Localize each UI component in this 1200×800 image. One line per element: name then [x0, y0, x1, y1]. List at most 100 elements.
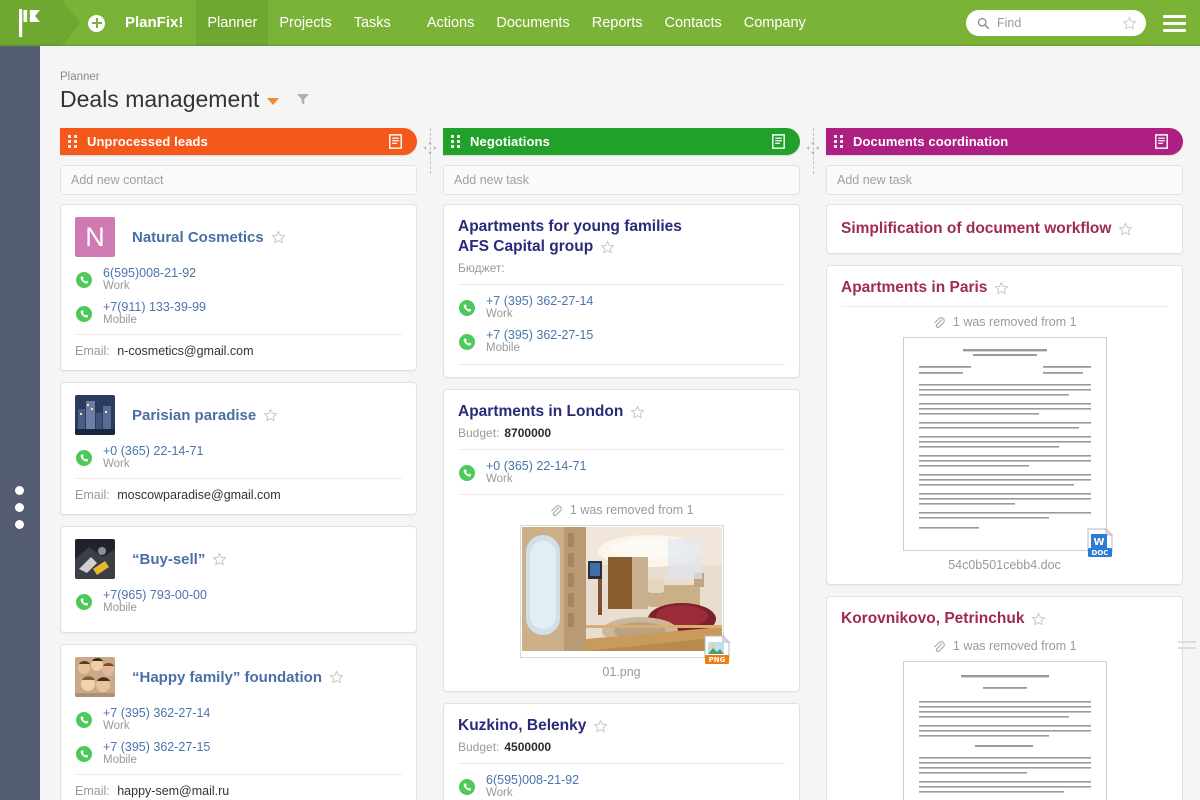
task-title-line1[interactable]: Korovnikovo, Petrinchuk — [841, 609, 1024, 629]
contact-name[interactable]: “Buy-sell” — [132, 551, 205, 568]
phone-row[interactable]: +7(965) 793-00-00 Mobile — [75, 588, 402, 615]
attachment-thumbnail[interactable] — [902, 661, 1107, 800]
task-title-line1[interactable]: Apartments in Paris — [841, 278, 987, 298]
task-card[interactable]: Apartments for young families AFS Capita… — [443, 204, 800, 378]
star-icon[interactable] — [212, 552, 227, 567]
breadcrumb[interactable]: Planner — [60, 71, 100, 83]
phone-number[interactable]: +0 (365) 22-14-71 — [103, 444, 203, 458]
phone-number[interactable]: +7(911) 133-39-99 — [103, 300, 206, 314]
column-header[interactable]: Documents coordination — [826, 128, 1183, 155]
chevron-down-icon[interactable] — [267, 98, 280, 105]
contact-card[interactable]: “Buy-sell” +7(965) 793-00-00 Mobile — [60, 526, 417, 633]
attachment-thumbnail-wrap[interactable]: PNG 01.png — [458, 525, 785, 679]
notepad-icon[interactable] — [386, 132, 405, 151]
nav-item-documents[interactable]: Documents — [485, 0, 580, 46]
phone-row[interactable]: +7(911) 133-39-99 Mobile — [75, 300, 402, 327]
phone-row[interactable]: +7 (395) 362-27-14 Work — [458, 294, 785, 321]
star-icon[interactable] — [630, 405, 645, 420]
attachment-thumbnail[interactable]: W DOC — [902, 337, 1113, 557]
attachment-thumbnail-wrap[interactable]: W DOC 54c0b501cebb4.doc — [841, 337, 1168, 572]
column-resizer-2[interactable] — [800, 128, 826, 800]
phone-number[interactable]: +7 (395) 362-27-15 — [486, 328, 593, 342]
phone-row[interactable]: +7 (395) 362-27-15 Mobile — [458, 328, 785, 355]
phone-number[interactable]: +7(965) 793-00-00 — [103, 588, 207, 602]
phone-row[interactable]: +0 (365) 22-14-71 Work — [75, 444, 402, 471]
funnel-filter-icon[interactable] — [296, 92, 310, 106]
phone-number[interactable]: +0 (365) 22-14-71 — [486, 459, 586, 473]
phone-number[interactable]: +7 (395) 362-27-14 — [486, 294, 593, 308]
star-icon[interactable] — [593, 719, 608, 734]
task-title-line1[interactable]: Kuzkino, Belenky — [458, 716, 586, 736]
star-icon[interactable] — [263, 408, 278, 423]
favorite-star-icon[interactable] — [1122, 16, 1137, 31]
nav-item-company[interactable]: Company — [733, 0, 817, 46]
task-title-line1[interactable]: Simplification of document workflow — [841, 219, 1111, 239]
nav-item-planner[interactable]: Planner — [196, 0, 269, 46]
notepad-icon[interactable] — [1152, 132, 1171, 151]
nav-item-projects[interactable]: Projects — [268, 0, 342, 46]
phone-number[interactable]: +7 (395) 362-27-14 — [103, 706, 210, 720]
star-icon[interactable] — [994, 281, 1009, 296]
attachment-thumbnail-wrap[interactable] — [841, 661, 1168, 800]
column-header[interactable]: Unprocessed leads — [60, 128, 417, 155]
star-icon[interactable] — [1118, 222, 1133, 237]
column-resizer-1[interactable] — [417, 128, 443, 800]
nav-item-reports[interactable]: Reports — [581, 0, 654, 46]
star-icon[interactable] — [329, 670, 344, 685]
phone-number[interactable]: +7 (395) 362-27-15 — [103, 740, 210, 754]
nav-item-contacts[interactable]: Contacts — [654, 0, 733, 46]
email-value[interactable]: moscowparadise@gmail.com — [117, 488, 280, 502]
notepad-icon[interactable] — [769, 132, 788, 151]
contact-card[interactable]: “Happy family” foundation +7 (395) 362-2… — [60, 644, 417, 800]
doc-card[interactable]: Apartments in Paris 1 was removed from 1 — [826, 265, 1183, 585]
contact-card[interactable]: Parisian paradise +0 (365) 22-14-71 Work… — [60, 382, 417, 515]
phone-row[interactable]: 6(595)008-21-92 Work — [458, 773, 785, 800]
contact-name[interactable]: Parisian paradise — [132, 407, 256, 424]
phone-row[interactable]: +7 (395) 362-27-15 Mobile — [75, 740, 402, 767]
resize-handle-icon[interactable] — [806, 141, 821, 156]
hamburger-menu-icon[interactable] — [1163, 15, 1186, 32]
nav-item-tasks[interactable]: Tasks — [343, 0, 402, 46]
task-card[interactable]: Kuzkino, Belenky Budget: 4500000 6(595)0… — [443, 703, 800, 800]
contact-name[interactable]: “Happy family” foundation — [132, 669, 322, 686]
search-box[interactable] — [966, 10, 1146, 36]
page-title-row: Deals management — [60, 84, 310, 114]
column-title: Unprocessed leads — [87, 134, 208, 149]
phone-number[interactable]: 6(595)008-21-92 — [486, 773, 579, 787]
attachment-thumbnail[interactable]: PNG — [519, 525, 730, 664]
add-new-button[interactable] — [88, 14, 105, 32]
resize-handle-icon[interactable] — [423, 141, 438, 156]
phone-text: +7 (395) 362-27-15 Mobile — [103, 740, 210, 767]
drag-grip-icon[interactable] — [68, 135, 78, 148]
star-icon[interactable] — [600, 240, 615, 255]
add-new-contact-input[interactable]: Add new contact — [60, 165, 417, 195]
star-icon[interactable] — [271, 230, 286, 245]
phone-row[interactable]: +0 (365) 22-14-71 Work — [458, 459, 785, 486]
search-input[interactable] — [997, 16, 1122, 30]
star-icon[interactable] — [1031, 612, 1046, 627]
drag-grip-icon[interactable] — [451, 135, 461, 148]
doc-card[interactable]: Korovnikovo, Petrinchuk 1 was removed fr… — [826, 596, 1196, 800]
task-title-line1[interactable]: Apartments in London — [458, 402, 623, 422]
doc-card[interactable]: Simplification of document workflow — [826, 204, 1183, 254]
drag-grip-icon[interactable] — [834, 135, 844, 148]
task-card[interactable]: Apartments in London Budget: 8700000 +0 … — [443, 389, 800, 692]
logo-block[interactable] — [0, 0, 62, 46]
add-new-task-input[interactable]: Add new task — [443, 165, 800, 195]
add-new-task-input[interactable]: Add new task — [826, 165, 1183, 195]
phone-row[interactable]: +7 (395) 362-27-14 Work — [75, 706, 402, 733]
nav-item-actions[interactable]: Actions — [416, 0, 486, 46]
task-title-line2[interactable]: AFS Capital group — [458, 237, 593, 257]
rail-expand-handle[interactable] — [15, 486, 24, 537]
email-value[interactable]: n-cosmetics@gmail.com — [117, 344, 253, 358]
board-column-negotiations: Negotiations Add new task Apartments for… — [443, 128, 800, 800]
contact-card[interactable]: N Natural Cosmetics 6(595)008-21-92 Work… — [60, 204, 417, 371]
column-header[interactable]: Negotiations — [443, 128, 800, 155]
avatar — [75, 657, 115, 697]
nav-brand[interactable]: PlanFix! — [112, 0, 196, 46]
email-value[interactable]: happy-sem@mail.ru — [117, 784, 229, 798]
phone-number[interactable]: 6(595)008-21-92 — [103, 266, 196, 280]
contact-name[interactable]: Natural Cosmetics — [132, 229, 264, 246]
phone-row[interactable]: 6(595)008-21-92 Work — [75, 266, 402, 293]
task-title-line1[interactable]: Apartments for young families — [458, 217, 785, 237]
